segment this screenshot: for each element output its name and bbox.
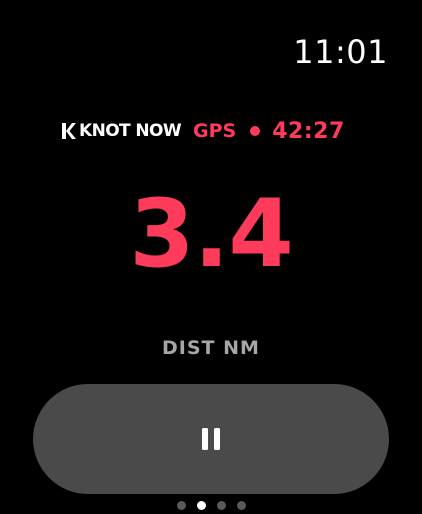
workout-status-row: KNOT NOW GPS 42:27	[62, 116, 345, 146]
page-dot-4[interactable]	[236, 501, 246, 510]
pause-button[interactable]	[33, 384, 389, 494]
page-indicator	[0, 501, 422, 510]
app-name: KNOT NOW	[79, 121, 182, 141]
recording-dot-icon	[250, 126, 261, 136]
page-dot-1[interactable]	[176, 501, 186, 510]
pause-bar-left	[202, 428, 208, 450]
distance-value: 3.4	[129, 180, 294, 289]
elapsed-time: 42:27	[272, 118, 345, 144]
k-logo-icon	[62, 123, 76, 139]
page-dot-2[interactable]	[196, 501, 206, 510]
page-dot-3[interactable]	[216, 501, 226, 510]
pause-icon	[202, 428, 220, 450]
gps-indicator: GPS	[193, 120, 237, 142]
pause-bar-right	[214, 428, 220, 450]
distance-label: DIST NM	[162, 337, 260, 359]
status-clock: 11:01	[293, 33, 388, 71]
app-logo: KNOT NOW	[62, 121, 182, 141]
